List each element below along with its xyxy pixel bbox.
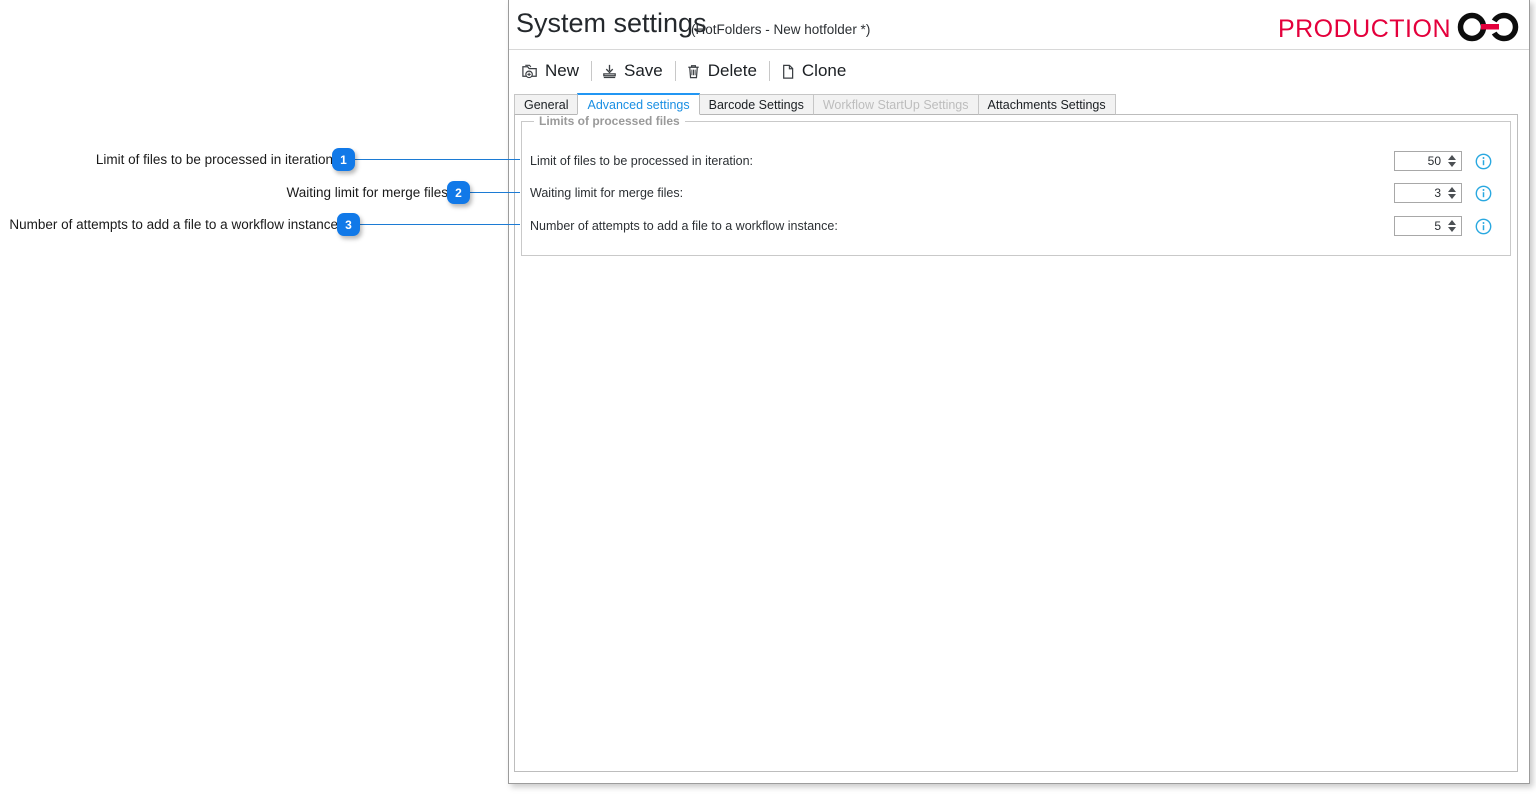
tab-workflow-startup-settings-label: Workflow StartUp Settings [822, 97, 969, 112]
new-folder-icon [521, 62, 540, 81]
row-waiting-limit-label: Waiting limit for merge files: [530, 186, 684, 200]
toolbar: New Save Delete Clone [517, 56, 854, 86]
tab-content-panel: Limits of processed files Limit of files… [514, 114, 1518, 772]
new-button[interactable]: New [517, 60, 587, 82]
tab-barcode-settings[interactable]: Barcode Settings [698, 94, 814, 115]
callout-2-label: Waiting limit for merge files [286, 185, 448, 200]
delete-button-label: Delete [707, 61, 757, 80]
callout-1-leader [355, 159, 520, 160]
stepper-up-icon[interactable] [1448, 220, 1456, 225]
waiting-limit-value[interactable]: 3 [1395, 186, 1445, 200]
waiting-limit-stepper-arrows[interactable] [1445, 184, 1461, 202]
row-limit-of-files-label: Limit of files to be processed in iterat… [530, 154, 754, 168]
limit-of-files-stepper[interactable]: 50 [1394, 151, 1462, 171]
page-subtitle: (HotFolders - New hotfolder *) [691, 22, 871, 37]
callout-2-badge[interactable]: 2 [447, 181, 470, 204]
delete-button[interactable]: Delete [680, 60, 765, 82]
callout-3-badge[interactable]: 3 [337, 213, 360, 236]
tab-advanced-settings-label: Advanced settings [587, 97, 690, 112]
waiting-limit-stepper[interactable]: 3 [1394, 183, 1462, 203]
clone-button[interactable]: Clone [774, 60, 854, 82]
tab-advanced-settings[interactable]: Advanced settings [577, 93, 700, 115]
new-button-label: New [545, 61, 580, 80]
page-title: System settings [516, 8, 707, 38]
limit-of-files-stepper-arrows[interactable] [1445, 152, 1461, 170]
limits-groupbox: Limits of processed files Limit of files… [521, 114, 1511, 256]
tab-workflow-startup-settings: Workflow StartUp Settings [812, 94, 979, 115]
number-of-attempts-value[interactable]: 5 [1395, 219, 1445, 233]
brand-text: PRODUCTION [1277, 15, 1451, 43]
save-button[interactable]: Save [596, 60, 671, 82]
stepper-down-icon[interactable] [1448, 194, 1456, 199]
callout-3-label: Number of attempts to add a file to a wo… [9, 217, 338, 232]
row-number-of-attempts-label: Number of attempts to add a file to a wo… [530, 219, 838, 233]
toolbar-separator [674, 61, 676, 81]
save-button-label: Save [624, 61, 663, 80]
system-settings-window: System settings (HotFolders - New hotfol… [508, 0, 1530, 784]
document-copy-icon [778, 62, 797, 81]
limit-of-files-value[interactable]: 50 [1395, 154, 1445, 168]
toolbar-separator [768, 61, 770, 81]
toolbar-separator [591, 61, 593, 81]
trash-icon [684, 62, 703, 81]
limits-groupbox-legend: Limits of processed files [534, 114, 685, 128]
number-of-attempts-stepper[interactable]: 5 [1394, 216, 1462, 236]
row-limit-of-files: Limit of files to be processed in iterat… [522, 150, 1510, 172]
tab-attachments-settings-label: Attachments Settings [987, 97, 1106, 112]
stepper-down-icon[interactable] [1448, 162, 1456, 167]
screenshot-root: Limit of files to be processed in iterat… [0, 0, 1536, 795]
waiting-limit-info-icon[interactable] [1475, 185, 1492, 202]
number-of-attempts-stepper-arrows[interactable] [1445, 217, 1461, 235]
tab-general[interactable]: General [514, 94, 579, 115]
stepper-up-icon[interactable] [1448, 187, 1456, 192]
callout-1-badge[interactable]: 1 [332, 148, 355, 171]
callout-1-label: Limit of files to be processed in iterat… [95, 152, 333, 167]
row-number-of-attempts: Number of attempts to add a file to a wo… [522, 215, 1510, 237]
callout-3-leader [360, 224, 520, 225]
stepper-down-icon[interactable] [1448, 227, 1456, 232]
chain-link-logo-icon [1455, 12, 1521, 42]
number-of-attempts-info-icon[interactable] [1475, 218, 1492, 235]
callout-2-leader [470, 192, 520, 193]
tab-barcode-settings-label: Barcode Settings [708, 97, 804, 112]
save-disk-icon [600, 62, 619, 81]
window-title-bar: System settings (HotFolders - New hotfol… [509, 0, 1529, 50]
tab-attachments-settings[interactable]: Attachments Settings [977, 94, 1116, 115]
row-waiting-limit: Waiting limit for merge files: 3 [522, 182, 1510, 204]
limit-of-files-info-icon[interactable] [1475, 153, 1492, 170]
tab-general-label: General [524, 97, 569, 112]
settings-tabs: General Advanced settings Barcode Settin… [514, 93, 1116, 115]
stepper-up-icon[interactable] [1448, 155, 1456, 160]
clone-button-label: Clone [801, 61, 847, 80]
